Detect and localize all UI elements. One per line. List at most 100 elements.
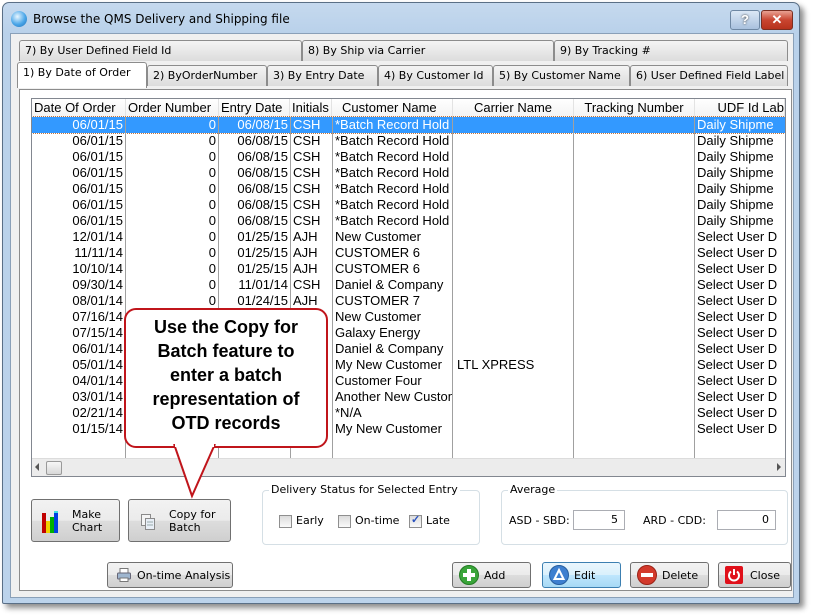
asd-sbd-field[interactable]: 5 xyxy=(573,510,625,530)
column-header-date-of-order[interactable]: Date Of Order xyxy=(34,99,126,117)
cell-tracking-number xyxy=(574,181,694,197)
scrollbar-thumb[interactable] xyxy=(46,461,62,475)
cell-order-number: 0 xyxy=(208,181,216,196)
delete-button[interactable]: Delete xyxy=(630,562,709,588)
cell-tracking-number xyxy=(574,341,694,357)
close-button[interactable]: Close xyxy=(718,562,791,588)
tab-entry-date[interactable]: 3) By Entry Date xyxy=(267,65,378,86)
late-checkbox[interactable]: ✓ xyxy=(409,514,422,528)
ontime-analysis-button[interactable]: On-time Analysis xyxy=(107,562,233,588)
callout-line: Batch feature to xyxy=(157,341,295,361)
copy-documents-icon xyxy=(141,514,155,530)
cell-date-of-order: 11/11/14 xyxy=(74,245,123,260)
delivery-status-title: Delivery Status for Selected Entry xyxy=(269,483,460,496)
cell-customer-name: New Customer xyxy=(335,229,421,244)
cell-customer-name: Daniel & Company xyxy=(335,277,444,292)
table-row[interactable]: 06/01/15 0 06/08/15 CSH *Batch Record Hold Da… xyxy=(32,149,785,165)
copy-batch-label-line1: Copy for xyxy=(169,508,216,521)
table-row[interactable]: 11/11/14 0 01/25/15 AJH CUSTOMER 6 Select Use… xyxy=(32,245,785,261)
cell-carrier-name xyxy=(453,133,573,149)
cell-carrier-name xyxy=(453,197,573,213)
cell-tracking-number xyxy=(574,229,694,245)
column-header-customer-name[interactable]: Customer Name xyxy=(332,99,453,117)
cell-initials: CSH xyxy=(293,117,321,132)
cell-customer-name: My New Customer xyxy=(335,357,442,372)
cell-carrier-name xyxy=(453,261,573,277)
make-chart-button[interactable]: Make Chart xyxy=(31,499,120,542)
cell-udf-id-label: Select User D xyxy=(697,325,778,340)
cell-entry-date: 06/08/15 xyxy=(237,181,288,196)
cell-udf-id-label: Select User D xyxy=(697,373,778,388)
column-header-entry-date[interactable]: Entry Date xyxy=(219,99,290,117)
cell-entry-date: 01/25/15 xyxy=(237,261,288,276)
tab-order-number[interactable]: 2) ByOrderNumber xyxy=(147,65,267,86)
scroll-right-arrow-icon[interactable] xyxy=(777,463,781,471)
column-header-carrier-name[interactable]: Carrier Name xyxy=(453,99,574,117)
table-row[interactable]: 06/01/15 0 06/08/15 CSH *Batch Record Hold Da… xyxy=(32,181,785,197)
cell-udf-id-label: Daily Shipme xyxy=(697,117,774,132)
cell-carrier-name xyxy=(453,293,573,309)
cell-tracking-number xyxy=(574,261,694,277)
tab-udf-label[interactable]: 6) User Defined Field Label xyxy=(630,65,788,86)
tab-ship-via-carrier[interactable]: 8) By Ship via Carrier xyxy=(302,40,554,61)
plus-circle-icon xyxy=(459,565,479,585)
column-header-order-number[interactable]: Order Number xyxy=(126,99,219,117)
cell-tracking-number xyxy=(574,133,694,149)
cell-customer-name: *Batch Record Hold xyxy=(335,197,450,212)
horizontal-scrollbar[interactable] xyxy=(32,458,785,476)
cell-date-of-order: 09/30/14 xyxy=(72,277,123,292)
table-row[interactable]: 06/01/15 0 06/08/15 CSH *Batch Record Hold Da… xyxy=(32,116,785,134)
delivery-status-group: Delivery Status for Selected Entry Early… xyxy=(262,483,480,545)
cell-udf-id-label: Daily Shipme xyxy=(697,165,774,180)
early-checkbox[interactable] xyxy=(279,515,292,528)
tab-customer-id[interactable]: 4) By Customer Id xyxy=(378,65,493,86)
tab-tracking-number[interactable]: 9) By Tracking # xyxy=(554,40,788,61)
column-header-tracking-number[interactable]: Tracking Number xyxy=(574,99,695,117)
help-button[interactable]: ? xyxy=(730,10,760,30)
cell-udf-id-label: Select User D xyxy=(697,341,778,356)
ard-cdd-field[interactable]: 0 xyxy=(717,510,776,530)
cell-tracking-number xyxy=(574,405,694,421)
cell-date-of-order: 06/01/15 xyxy=(72,197,123,212)
copy-for-batch-button[interactable]: Copy for Batch xyxy=(128,499,231,542)
tab-user-defined-field-id[interactable]: 7) By User Defined Field Id xyxy=(19,40,302,61)
cell-initials: AJH xyxy=(293,293,318,308)
table-row[interactable]: 06/01/15 0 06/08/15 CSH *Batch Record Hold Da… xyxy=(32,213,785,229)
column-divider xyxy=(332,117,333,458)
ontime-checkbox[interactable] xyxy=(338,515,351,528)
cell-initials: CSH xyxy=(293,181,321,196)
table-row[interactable]: 06/01/15 0 06/08/15 CSH *Batch Record Hold Da… xyxy=(32,133,785,149)
cell-date-of-order: 06/01/15 xyxy=(72,213,123,228)
cell-customer-name: *Batch Record Hold xyxy=(335,165,450,180)
cell-date-of-order: 10/10/14 xyxy=(72,261,123,276)
cell-order-number: 0 xyxy=(208,197,216,212)
tab-customer-name[interactable]: 5) By Customer Name xyxy=(493,65,630,86)
table-row[interactable]: 08/01/14 0 01/24/15 AJH CUSTOMER 7 Select Use… xyxy=(32,293,785,309)
column-header-udf-id-label[interactable]: UDF Id Lab xyxy=(695,99,785,117)
column-header-initials[interactable]: Initials xyxy=(290,99,332,117)
cell-carrier-name xyxy=(453,341,573,357)
table-row[interactable]: 12/01/14 0 01/25/15 AJH New Customer Select U… xyxy=(32,229,785,245)
table-row[interactable]: 10/10/14 0 01/25/15 AJH CUSTOMER 6 Select Use… xyxy=(32,261,785,277)
window-title: Browse the QMS Delivery and Shipping fil… xyxy=(33,12,290,26)
cell-date-of-order: 05/01/14 xyxy=(72,357,123,372)
cell-carrier-name xyxy=(453,245,573,261)
cell-entry-date: 01/24/15 xyxy=(237,293,288,308)
add-button[interactable]: Add xyxy=(452,562,531,588)
table-row[interactable]: 06/01/15 0 06/08/15 CSH *Batch Record Hold Da… xyxy=(32,197,785,213)
tab-date-of-order[interactable]: 1) By Date of Order xyxy=(17,62,147,88)
cell-order-number: 0 xyxy=(208,245,216,260)
cell-entry-date: 06/08/15 xyxy=(237,213,288,228)
cell-udf-id-label: Daily Shipme xyxy=(697,213,774,228)
cell-initials: CSH xyxy=(293,197,321,212)
table-row[interactable]: 06/01/15 0 06/08/15 CSH *Batch Record Hold Da… xyxy=(32,165,785,181)
cell-entry-date: 01/25/15 xyxy=(237,245,288,260)
scroll-left-arrow-icon[interactable] xyxy=(35,463,39,471)
window-close-button[interactable]: ✕ xyxy=(761,10,793,30)
cell-tracking-number xyxy=(574,197,694,213)
cell-date-of-order: 06/01/15 xyxy=(72,133,123,148)
cell-udf-id-label: Select User D xyxy=(697,277,778,292)
edit-button[interactable]: Edit xyxy=(542,562,621,588)
cell-date-of-order: 06/01/14 xyxy=(72,341,123,356)
table-row[interactable]: 09/30/14 0 11/01/14 CSH Daniel & Company Sele… xyxy=(32,277,785,293)
